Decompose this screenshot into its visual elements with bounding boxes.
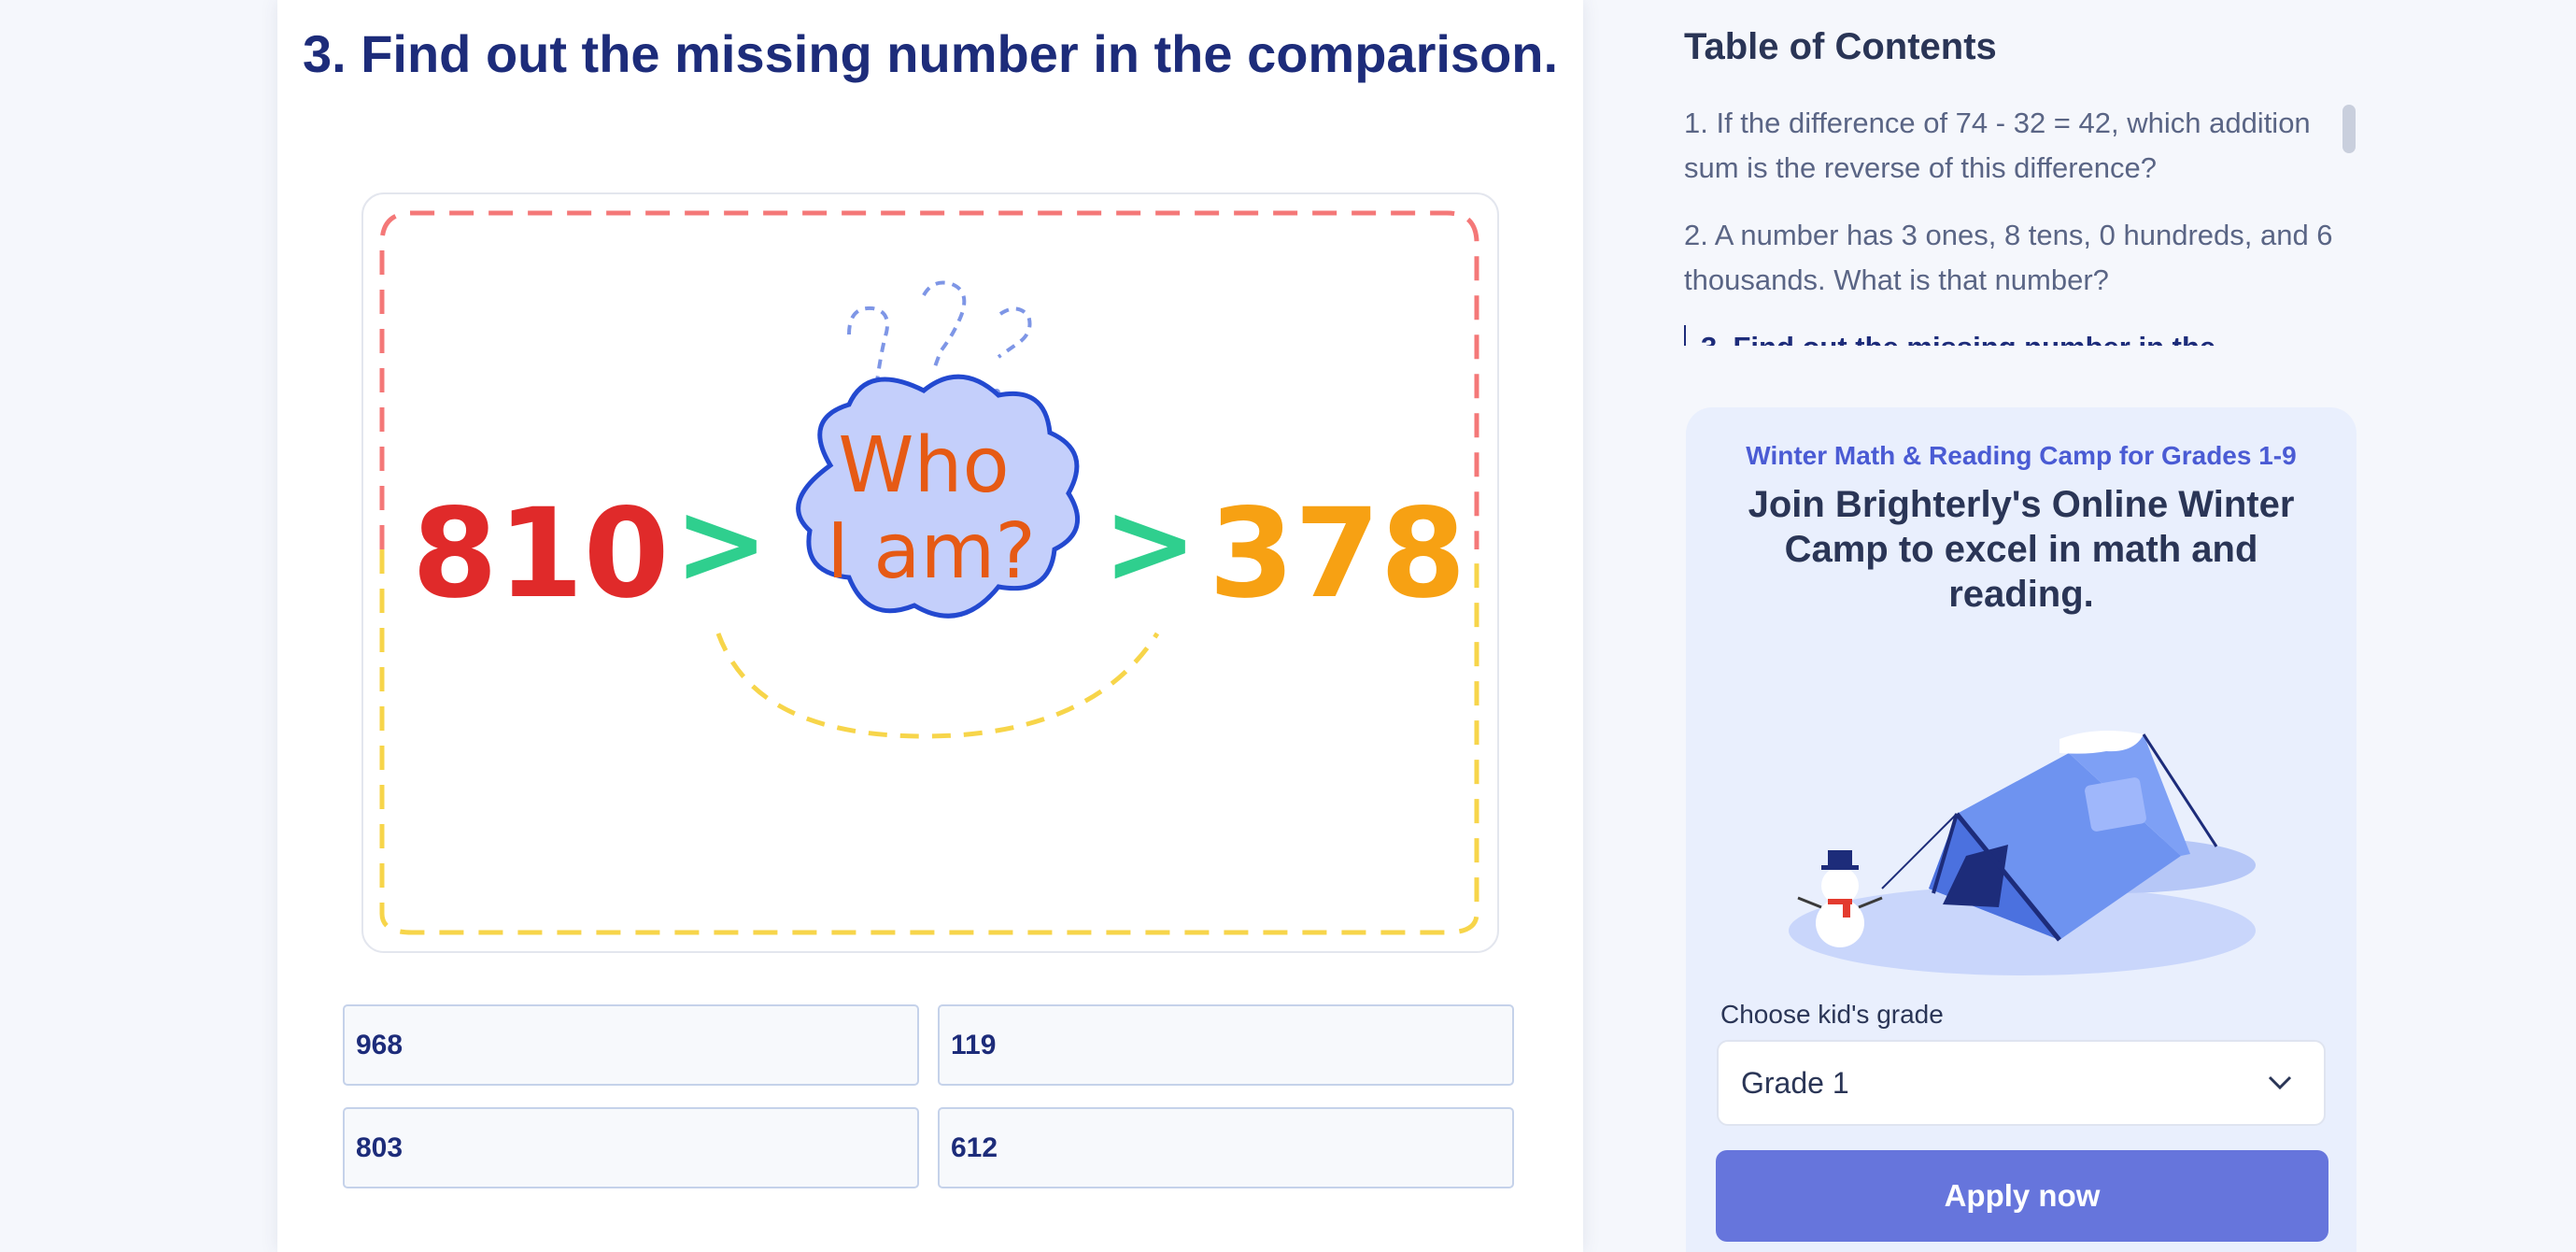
answer-option-1[interactable]: 968 — [343, 1004, 919, 1086]
grade-label: Choose kid's grade — [1720, 1000, 1944, 1029]
toc-scrollbar[interactable] — [2342, 105, 2356, 153]
yellow-dashed-arc — [715, 632, 1160, 739]
toc-list[interactable]: 1. If the difference of 74 - 32 = 42, wh… — [1684, 101, 2338, 346]
grade-select[interactable]: Grade 1 — [1717, 1040, 2326, 1126]
promo-kicker: Winter Math & Reading Camp for Grades 1-… — [1746, 441, 2297, 470]
left-number: 810 — [412, 482, 670, 626]
greater-than-sign-1: > — [674, 479, 769, 609]
answer-option-4[interactable]: 612 — [938, 1107, 1514, 1188]
winter-camp-tent-illustration — [1789, 731, 2256, 975]
question-marks-icon — [847, 280, 1032, 382]
toc-item-2[interactable]: 2. A number has 3 ones, 8 tens, 0 hundre… — [1684, 213, 2338, 303]
cloud-text-line1: Who — [838, 421, 1009, 510]
cloud-text-line2: I am? — [827, 507, 1036, 596]
greater-than-sign-2: > — [1103, 479, 1197, 609]
apply-now-button[interactable]: Apply now — [1716, 1150, 2328, 1242]
toc-item-1[interactable]: 1. If the difference of 74 - 32 = 42, wh… — [1684, 101, 2338, 191]
right-number: 378 — [1209, 482, 1466, 626]
question-title: 3. Find out the missing number in the co… — [302, 24, 1559, 83]
grade-select-value: Grade 1 — [1741, 1066, 1849, 1100]
promo-card: Winter Math & Reading Camp for Grades 1-… — [1686, 407, 2357, 1252]
answer-option-2[interactable]: 119 — [938, 1004, 1514, 1086]
toc-title: Table of Contents — [1684, 26, 1997, 67]
promo-headline: Join Brighterly's Online Winter Camp to … — [1748, 484, 2295, 615]
answer-option-3[interactable]: 803 — [343, 1107, 919, 1188]
toc-item-3[interactable]: 3. Find out the missing number in the co… — [1684, 325, 2338, 346]
question-illustration: Who I am? 810 > > 378 — [361, 192, 1499, 953]
chevron-down-icon — [2268, 1075, 2292, 1090]
article-panel: 3. Find out the missing number in the co… — [277, 0, 1583, 1252]
